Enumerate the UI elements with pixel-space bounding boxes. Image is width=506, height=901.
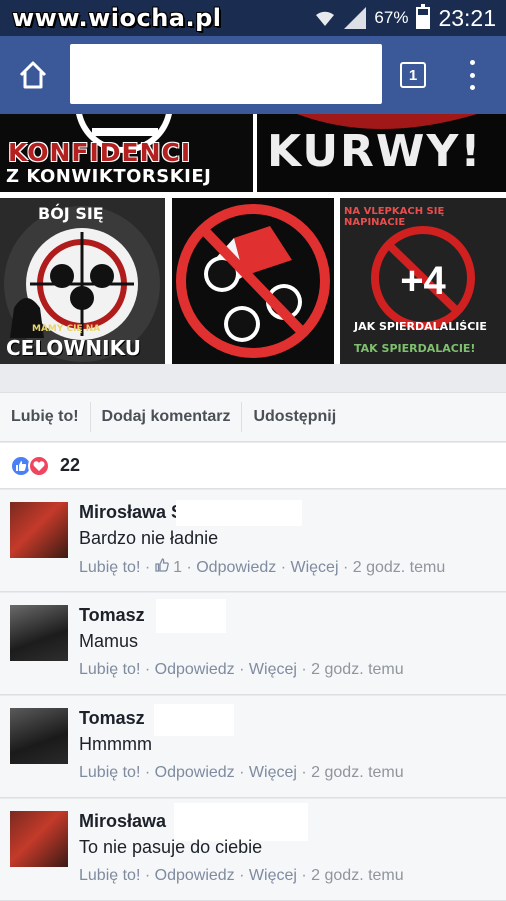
share-button[interactable]: Udostępnij [241,402,347,432]
comment-time: 2 godz. temu [352,559,446,576]
love-reaction-icon [28,454,50,477]
comment-meta: Lubię to! · Odpowiedz · Więcej · 2 godz.… [79,661,404,678]
comment-author[interactable]: Tomasz [79,605,145,626]
post-action-bar: Lubię to! Dodaj komentarz Udostępnij [0,392,506,442]
photo-4[interactable] [172,198,334,364]
reactions-summary[interactable]: 22 [0,443,506,489]
thumbs-up-icon [154,558,169,576]
like-button[interactable]: Lubię to! [0,402,90,432]
wifi-icon [314,9,336,27]
comment-meta: Lubię to! · Odpowiedz · Więcej · 2 godz.… [79,867,404,884]
status-bar: www.wiocha.pl 67% 23:21 [0,0,506,36]
photo-3-subtitle: MAMY CIĘ NA [32,324,101,334]
reply-link[interactable]: Odpowiedz [155,764,235,781]
comment-author[interactable]: Tomasz [79,708,145,729]
more-link[interactable]: Więcej [291,559,339,576]
more-photos-count[interactable]: +4 [340,198,506,364]
reply-link[interactable]: Odpowiedz [196,559,276,576]
photo-1-subtitle: Z KONWIKTORSKIEJ [6,166,212,187]
browser-toolbar: 1 [0,36,506,114]
comment-meta: Lubię to! · 1 · Odpowiedz · Więcej · 2 g… [79,558,446,576]
avatar[interactable] [10,502,68,558]
signal-icon [344,7,367,29]
comment-text: Bardzo nie ładnie [79,528,219,548]
address-bar-redacted[interactable] [70,44,382,104]
reaction-count: 22 [60,455,81,475]
watermark: www.wiocha.pl [12,4,222,32]
photo-3[interactable]: BÓJ SIĘ MAMY CIĘ NA CELOWNIKU [0,198,165,364]
home-icon[interactable] [16,58,50,92]
battery-icon [416,4,431,29]
clock: 23:21 [438,4,496,31]
redaction-box [156,599,226,633]
photo-1[interactable]: KONFIDENCI Z KONWIKTORSKIEJ [0,114,253,192]
photo-5[interactable]: NA VLEPKACH SIĘ NAPINACIE JAK SPIERDALAL… [340,198,506,364]
photo-1-title: KONFIDENCI [8,138,192,167]
more-link[interactable]: Więcej [249,661,297,678]
tab-switcher-button[interactable]: 1 [400,62,426,88]
comment-text: Mamus [79,631,139,651]
comment-author[interactable]: Mirosława S [79,502,183,523]
comment-text: To nie pasuje do ciebie [79,837,263,857]
comment-time: 2 godz. temu [311,661,404,678]
photo-3-bottom: CELOWNIKU [6,336,141,360]
comment-time: 2 godz. temu [311,867,404,884]
avatar[interactable] [10,811,68,867]
redaction-box [174,803,308,841]
comment-like-link[interactable]: Lubię to! [79,559,140,576]
comment-item: Mirosława S Bardzo nie ładnie Lubię to! … [0,490,506,592]
comment-item: Tomasz Mamus Lubię to! · Odpowiedz · Wię… [0,593,506,695]
avatar[interactable] [10,605,68,661]
add-comment-button[interactable]: Dodaj komentarz [89,402,242,432]
reply-link[interactable]: Odpowiedz [155,661,235,678]
comment-author[interactable]: Mirosława [79,811,166,832]
status-icons: 67% 23:21 [314,4,496,32]
more-link[interactable]: Więcej [249,764,297,781]
comment-item: Mirosława To nie pasuje do ciebie Lubię … [0,799,506,901]
reply-link[interactable]: Odpowiedz [155,867,235,884]
photo-3-title: BÓJ SIĘ [38,204,104,223]
comment-like-count: 1 [173,559,182,576]
battery-percent: 67% [374,8,409,27]
redaction-box [176,500,302,526]
comment-item: Tomasz Hmmmm Lubię to! · Odpowiedz · Wię… [0,696,506,798]
more-vert-icon[interactable] [466,60,478,90]
comment-time: 2 godz. temu [311,764,404,781]
photo-2-text: KURWY! [267,126,483,177]
comment-like-link[interactable]: Lubię to! [79,867,140,884]
post-photo-grid: KONFIDENCI Z KONWIKTORSKIEJ KURWY! BÓJ S… [0,114,506,364]
comment-meta: Lubię to! · Odpowiedz · Więcej · 2 godz.… [79,764,404,781]
more-link[interactable]: Więcej [249,867,297,884]
comment-like-link[interactable]: Lubię to! [79,661,140,678]
comment-like-link[interactable]: Lubię to! [79,764,140,781]
photo-2[interactable]: KURWY! [257,114,506,192]
avatar[interactable] [10,708,68,764]
comment-text: Hmmmm [79,734,152,754]
redaction-box [154,704,234,736]
